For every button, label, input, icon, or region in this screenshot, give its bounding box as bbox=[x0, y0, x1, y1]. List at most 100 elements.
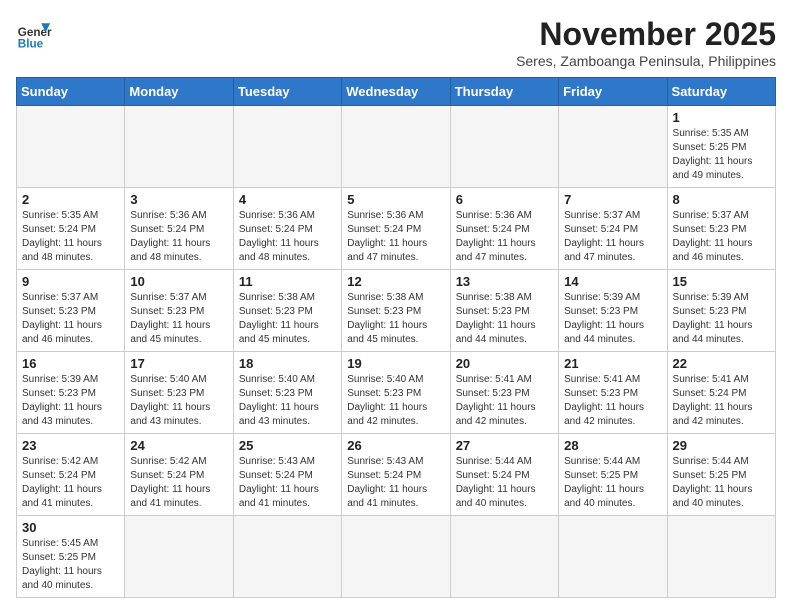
day-number: 11 bbox=[239, 274, 336, 289]
calendar-day-cell: 13 Sunrise: 5:38 AM Sunset: 5:23 PM Dayli… bbox=[450, 270, 558, 352]
svg-text:Blue: Blue bbox=[18, 38, 44, 51]
calendar-day-cell bbox=[342, 516, 450, 598]
day-number: 17 bbox=[130, 356, 227, 371]
day-info: Sunrise: 5:37 AM Sunset: 5:23 PM Dayligh… bbox=[673, 209, 770, 265]
day-info: Sunrise: 5:38 AM Sunset: 5:23 PM Dayligh… bbox=[347, 291, 444, 347]
calendar-day-cell: 11Sunrise: 5:38 AM Sunset: 5:23 PM Dayli… bbox=[233, 270, 341, 352]
calendar-week-row: 16 Sunrise: 5:39 AM Sunset: 5:23 PM Dayli… bbox=[17, 352, 776, 434]
calendar-day-cell: 3 Sunrise: 5:36 AM Sunset: 5:24 PM Daylig… bbox=[125, 188, 233, 270]
day-info: Sunrise: 5:42 AM Sunset: 5:24 PM Dayligh… bbox=[22, 455, 119, 511]
calendar-week-row: 30 Sunrise: 5:45 AM Sunset: 5:25 PM Dayli… bbox=[17, 516, 776, 598]
day-number: 6 bbox=[456, 192, 553, 207]
day-info: Sunrise: 5:45 AM Sunset: 5:25 PM Dayligh… bbox=[22, 537, 119, 593]
day-info: Sunrise: 5:35 AM Sunset: 5:25 PM Dayligh… bbox=[673, 127, 770, 183]
day-number: 13 bbox=[456, 274, 553, 289]
calendar-week-row: 23 Sunrise: 5:42 AM Sunset: 5:24 PM Dayli… bbox=[17, 434, 776, 516]
calendar-day-cell: 30 Sunrise: 5:45 AM Sunset: 5:25 PM Dayli… bbox=[17, 516, 125, 598]
day-info: Sunrise: 5:36 AM Sunset: 5:24 PM Dayligh… bbox=[456, 209, 553, 265]
day-number: 12 bbox=[347, 274, 444, 289]
day-number: 30 bbox=[22, 520, 119, 535]
day-info: Sunrise: 5:40 AM Sunset: 5:23 PM Dayligh… bbox=[347, 373, 444, 429]
day-number: 14 bbox=[564, 274, 661, 289]
day-info: Sunrise: 5:41 AM Sunset: 5:23 PM Dayligh… bbox=[456, 373, 553, 429]
calendar-week-row: 1 Sunrise: 5:35 AM Sunset: 5:25 PM Daylig… bbox=[17, 106, 776, 188]
weekday-header: Wednesday bbox=[342, 78, 450, 106]
weekday-header: Monday bbox=[125, 78, 233, 106]
day-number: 1 bbox=[673, 110, 770, 125]
day-info: Sunrise: 5:37 AM Sunset: 5:24 PM Dayligh… bbox=[564, 209, 661, 265]
calendar-day-cell bbox=[450, 516, 558, 598]
weekday-header: Friday bbox=[559, 78, 667, 106]
day-number: 28 bbox=[564, 438, 661, 453]
page-header: General Blue November 2025 Seres, Zamboa… bbox=[16, 16, 776, 69]
calendar-day-cell bbox=[233, 516, 341, 598]
calendar-day-cell: 16 Sunrise: 5:39 AM Sunset: 5:23 PM Dayli… bbox=[17, 352, 125, 434]
day-number: 15 bbox=[673, 274, 770, 289]
day-info: Sunrise: 5:41 AM Sunset: 5:24 PM Dayligh… bbox=[673, 373, 770, 429]
day-info: Sunrise: 5:44 AM Sunset: 5:25 PM Dayligh… bbox=[673, 455, 770, 511]
day-info: Sunrise: 5:39 AM Sunset: 5:23 PM Dayligh… bbox=[564, 291, 661, 347]
day-info: Sunrise: 5:39 AM Sunset: 5:23 PM Dayligh… bbox=[673, 291, 770, 347]
day-info: Sunrise: 5:40 AM Sunset: 5:23 PM Dayligh… bbox=[130, 373, 227, 429]
calendar-day-cell bbox=[559, 516, 667, 598]
calendar-day-cell: 20Sunrise: 5:41 AM Sunset: 5:23 PM Dayli… bbox=[450, 352, 558, 434]
day-number: 5 bbox=[347, 192, 444, 207]
day-info: Sunrise: 5:36 AM Sunset: 5:24 PM Dayligh… bbox=[130, 209, 227, 265]
day-number: 26 bbox=[347, 438, 444, 453]
calendar-day-cell: 19Sunrise: 5:40 AM Sunset: 5:23 PM Dayli… bbox=[342, 352, 450, 434]
day-number: 22 bbox=[673, 356, 770, 371]
calendar-day-cell: 22 Sunrise: 5:41 AM Sunset: 5:24 PM Dayli… bbox=[667, 352, 775, 434]
calendar-day-cell: 10Sunrise: 5:37 AM Sunset: 5:23 PM Dayli… bbox=[125, 270, 233, 352]
day-info: Sunrise: 5:42 AM Sunset: 5:24 PM Dayligh… bbox=[130, 455, 227, 511]
day-number: 8 bbox=[673, 192, 770, 207]
logo-icon: General Blue bbox=[16, 16, 52, 52]
day-info: Sunrise: 5:35 AM Sunset: 5:24 PM Dayligh… bbox=[22, 209, 119, 265]
calendar-day-cell: 29 Sunrise: 5:44 AM Sunset: 5:25 PM Dayli… bbox=[667, 434, 775, 516]
day-number: 25 bbox=[239, 438, 336, 453]
calendar-day-cell: 14 Sunrise: 5:39 AM Sunset: 5:23 PM Dayli… bbox=[559, 270, 667, 352]
calendar-day-cell: 2 Sunrise: 5:35 AM Sunset: 5:24 PM Daylig… bbox=[17, 188, 125, 270]
location-subtitle: Seres, Zamboanga Peninsula, Philippines bbox=[516, 53, 776, 69]
weekday-header: Saturday bbox=[667, 78, 775, 106]
calendar-day-cell bbox=[342, 106, 450, 188]
calendar-day-cell bbox=[17, 106, 125, 188]
day-info: Sunrise: 5:38 AM Sunset: 5:23 PM Dayligh… bbox=[456, 291, 553, 347]
weekday-header: Tuesday bbox=[233, 78, 341, 106]
day-info: Sunrise: 5:41 AM Sunset: 5:23 PM Dayligh… bbox=[564, 373, 661, 429]
day-number: 24 bbox=[130, 438, 227, 453]
day-info: Sunrise: 5:39 AM Sunset: 5:23 PM Dayligh… bbox=[22, 373, 119, 429]
day-number: 16 bbox=[22, 356, 119, 371]
calendar-day-cell: 8 Sunrise: 5:37 AM Sunset: 5:23 PM Daylig… bbox=[667, 188, 775, 270]
calendar-day-cell: 4Sunrise: 5:36 AM Sunset: 5:24 PM Daylig… bbox=[233, 188, 341, 270]
calendar-day-cell: 23 Sunrise: 5:42 AM Sunset: 5:24 PM Dayli… bbox=[17, 434, 125, 516]
calendar-day-cell: 21 Sunrise: 5:41 AM Sunset: 5:23 PM Dayli… bbox=[559, 352, 667, 434]
day-number: 7 bbox=[564, 192, 661, 207]
day-number: 18 bbox=[239, 356, 336, 371]
calendar-week-row: 2 Sunrise: 5:35 AM Sunset: 5:24 PM Daylig… bbox=[17, 188, 776, 270]
calendar-day-cell: 5 Sunrise: 5:36 AM Sunset: 5:24 PM Daylig… bbox=[342, 188, 450, 270]
calendar-day-cell: 17 Sunrise: 5:40 AM Sunset: 5:23 PM Dayli… bbox=[125, 352, 233, 434]
calendar-day-cell: 24 Sunrise: 5:42 AM Sunset: 5:24 PM Dayli… bbox=[125, 434, 233, 516]
day-info: Sunrise: 5:43 AM Sunset: 5:24 PM Dayligh… bbox=[347, 455, 444, 511]
day-info: Sunrise: 5:37 AM Sunset: 5:23 PM Dayligh… bbox=[22, 291, 119, 347]
day-number: 4 bbox=[239, 192, 336, 207]
weekday-header: Thursday bbox=[450, 78, 558, 106]
day-number: 2 bbox=[22, 192, 119, 207]
calendar-table: SundayMondayTuesdayWednesdayThursdayFrid… bbox=[16, 77, 776, 598]
calendar-day-cell bbox=[450, 106, 558, 188]
weekday-header: Sunday bbox=[17, 78, 125, 106]
day-info: Sunrise: 5:36 AM Sunset: 5:24 PM Dayligh… bbox=[347, 209, 444, 265]
day-number: 29 bbox=[673, 438, 770, 453]
day-number: 21 bbox=[564, 356, 661, 371]
day-info: Sunrise: 5:40 AM Sunset: 5:23 PM Dayligh… bbox=[239, 373, 336, 429]
day-number: 27 bbox=[456, 438, 553, 453]
calendar-day-cell: 1 Sunrise: 5:35 AM Sunset: 5:25 PM Daylig… bbox=[667, 106, 775, 188]
day-number: 3 bbox=[130, 192, 227, 207]
calendar-day-cell: 6 Sunrise: 5:36 AM Sunset: 5:24 PM Daylig… bbox=[450, 188, 558, 270]
day-number: 23 bbox=[22, 438, 119, 453]
calendar-day-cell: 26 Sunrise: 5:43 AM Sunset: 5:24 PM Dayli… bbox=[342, 434, 450, 516]
calendar-day-cell: 15 Sunrise: 5:39 AM Sunset: 5:23 PM Dayli… bbox=[667, 270, 775, 352]
calendar-day-cell: 9Sunrise: 5:37 AM Sunset: 5:23 PM Daylig… bbox=[17, 270, 125, 352]
calendar-day-cell: 27Sunrise: 5:44 AM Sunset: 5:24 PM Dayli… bbox=[450, 434, 558, 516]
title-block: November 2025 Seres, Zamboanga Peninsula… bbox=[516, 16, 776, 69]
